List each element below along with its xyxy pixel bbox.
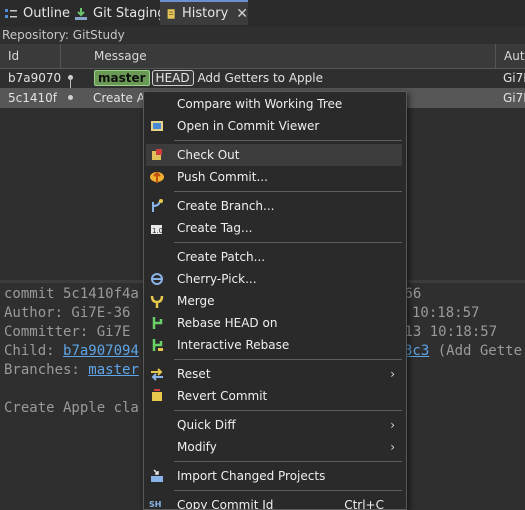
submenu-arrow-icon: › (390, 418, 395, 432)
committer-date: -13 10:18:57 (396, 324, 498, 340)
menu-item-create-patch[interactable]: Create Patch... (144, 246, 406, 268)
menu-item-check-out[interactable]: Check Out (146, 144, 402, 166)
menu-separator (174, 191, 402, 192)
push-icon (150, 171, 164, 183)
tab-git-staging[interactable]: Git Staging (74, 0, 166, 27)
tab-label: Git Staging (93, 6, 166, 21)
menu-item-open-commit-viewer[interactable]: Open in Commit Viewer (144, 115, 406, 137)
sha-icon: SH (149, 500, 161, 509)
submenu-arrow-icon: › (390, 367, 395, 381)
create-branch-icon (152, 199, 163, 212)
repository-label: Repository: GitStudy (0, 27, 525, 43)
tab-label: Outline (23, 6, 71, 21)
menu-item-interactive-rebase[interactable]: Interactive Rebase (144, 334, 406, 356)
menu-item-reset[interactable]: Reset › (144, 363, 406, 385)
menu-item-cherry-pick[interactable]: Cherry-Pick... (144, 268, 406, 290)
history-icon (167, 8, 175, 19)
menu-item-modify[interactable]: Modify › (144, 436, 406, 458)
commit-context-menu: Compare with Working Tree Open in Commit… (143, 91, 407, 510)
close-icon[interactable]: ✕ (236, 6, 248, 22)
branches-label: Branches: (4, 362, 89, 378)
merge-icon (150, 295, 164, 308)
menu-item-revert-commit[interactable]: Revert Commit (144, 385, 406, 407)
interactive-rebase-icon (152, 339, 163, 351)
outline-icon (5, 8, 17, 18)
history-table-header: Id Message Auth (0, 44, 525, 69)
commit-viewer-icon (151, 121, 163, 131)
rebase-icon (152, 317, 163, 329)
menu-item-import-changed-projects[interactable]: Import Changed Projects (144, 465, 406, 487)
commit-id: 5c1410f (8, 91, 57, 105)
svg-text:1.0: 1.0 (152, 227, 163, 235)
menu-separator (174, 490, 402, 491)
tab-outline[interactable]: Outline (4, 0, 70, 27)
child-commit-link[interactable]: b7a907094 (63, 343, 139, 359)
child-label: Child: (4, 343, 64, 359)
menu-item-create-tag[interactable]: 1.0 Create Tag... (144, 217, 406, 239)
menu-item-merge[interactable]: Merge (144, 290, 406, 312)
branch-link[interactable]: master (88, 362, 139, 378)
column-header-author[interactable]: Auth (496, 44, 525, 68)
cherry-pick-icon (151, 273, 163, 285)
git-staging-icon (75, 7, 87, 20)
tab-history[interactable]: History ✕ (160, 0, 248, 25)
menu-item-rebase-head[interactable]: Rebase HEAD on (144, 312, 406, 334)
import-icon (151, 469, 163, 482)
column-header-message[interactable]: Message (86, 44, 496, 68)
child-message-tail: (Add Gette (429, 343, 523, 359)
column-header-id[interactable]: Id (0, 44, 61, 68)
author-line: Author: Gi7E-36 (4, 305, 131, 321)
menu-separator (174, 242, 402, 243)
revert-icon (152, 389, 162, 401)
menu-separator (174, 461, 402, 462)
committer-line: Committer: Gi7E (4, 324, 131, 340)
menu-separator (174, 359, 402, 360)
menu-separator (174, 410, 402, 411)
commit-message-body: Create Apple cla (4, 400, 139, 416)
compare-icon (149, 96, 165, 112)
child-commit-link-tail[interactable]: 3c3 (404, 343, 429, 359)
message-text: Add Getters to Apple (197, 71, 323, 85)
menu-item-compare-working-tree[interactable]: Compare with Working Tree (144, 93, 406, 115)
commit-author: Gi7E (503, 91, 525, 105)
graph-node (68, 95, 73, 100)
commit-message: master HEAD Add Getters to Apple (94, 68, 323, 88)
head-badge: HEAD (151, 70, 194, 86)
create-tag-icon: 1.0 (151, 225, 163, 235)
menu-separator (174, 140, 402, 141)
patch-icon (149, 249, 165, 265)
menu-item-create-branch[interactable]: Create Branch... (144, 195, 406, 217)
branch-badge: master (94, 70, 150, 86)
checkout-icon (152, 149, 162, 160)
commit-id: b7a9070 (8, 71, 62, 85)
menu-item-quick-diff[interactable]: Quick Diff › (144, 414, 406, 436)
view-tab-bar: Outline Git Staging History ✕ (0, 0, 525, 28)
submenu-arrow-icon: › (390, 440, 395, 454)
author-date: 10:18:57 (412, 305, 480, 321)
tab-label: History (182, 6, 229, 21)
table-row[interactable]: b7a9070 master HEAD Add Getters to Apple … (0, 68, 525, 88)
commit-hash-line: commit 5c1410f4a (4, 286, 139, 302)
commit-author: Gi7E (503, 71, 525, 85)
menu-item-push-commit[interactable]: Push Commit... (144, 166, 406, 188)
reset-icon (151, 368, 163, 381)
